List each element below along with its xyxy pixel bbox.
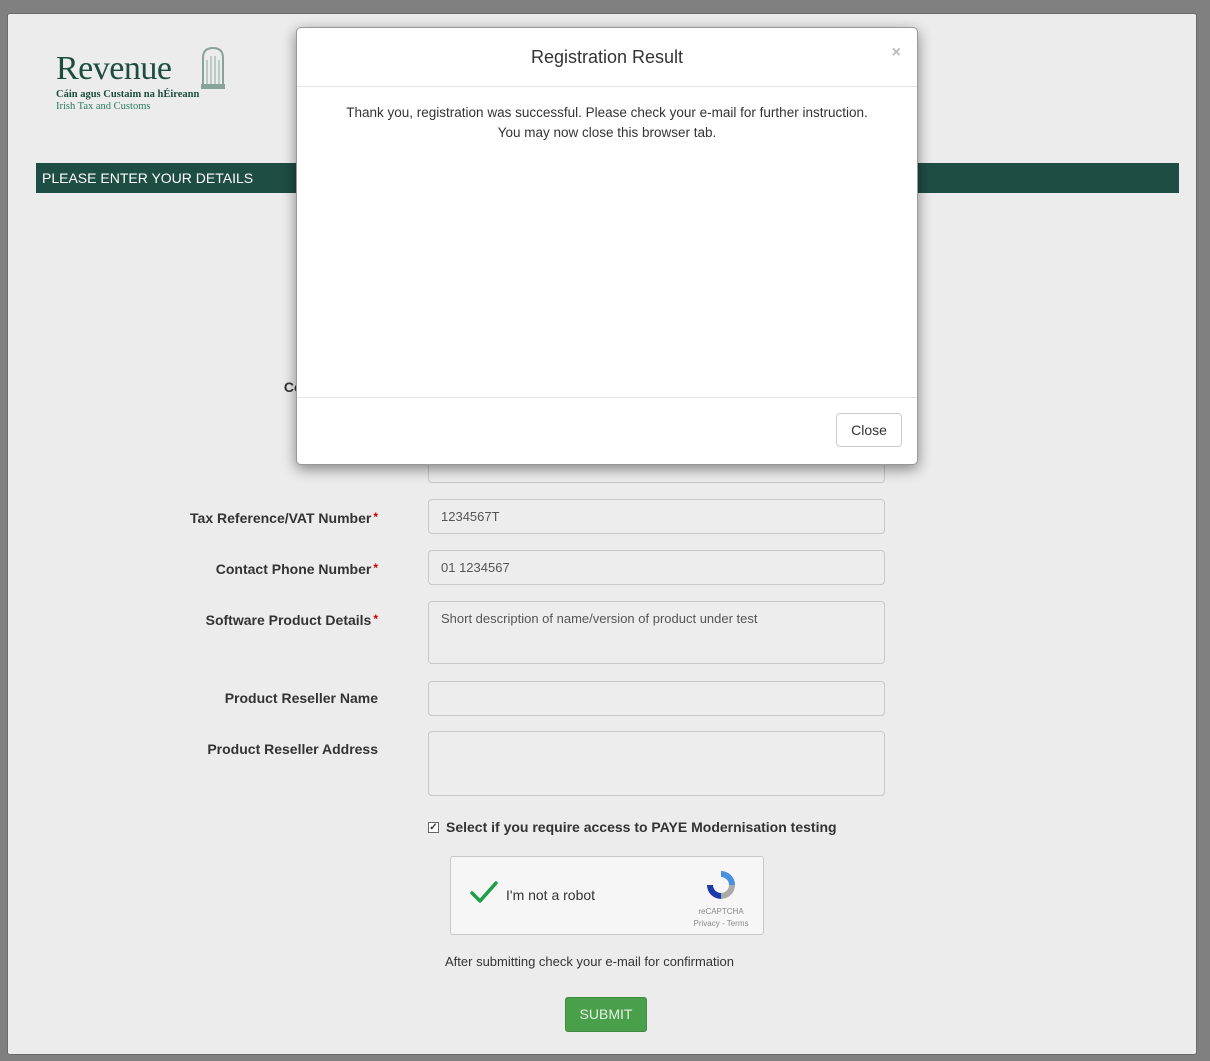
modal-message-line1: Thank you, registration was successful. …: [346, 105, 868, 120]
registration-result-modal: Registration Result × Thank you, registr…: [296, 27, 918, 465]
reseller-name-input[interactable]: [428, 681, 885, 716]
modal-body: Thank you, registration was successful. …: [297, 103, 917, 143]
reseller-address-label: Product Reseller Address: [207, 741, 378, 757]
logo-wordmark: Revenue: [56, 50, 172, 87]
modal-title: Registration Result: [530, 47, 684, 67]
modal-footer: Close: [297, 397, 917, 464]
captcha-brand: reCAPTCHA: [698, 907, 744, 916]
captcha-label: I'm not a robot: [506, 887, 596, 903]
harp-icon: [201, 46, 225, 89]
required-marker: *: [373, 612, 378, 626]
paye-checkbox-row[interactable]: ✓ Select if you require access to PAYE M…: [428, 819, 837, 835]
required-marker: *: [373, 561, 378, 575]
paye-checkbox-label: Select if you require access to PAYE Mod…: [446, 819, 837, 835]
software-textarea[interactable]: Short description of name/version of pro…: [428, 601, 885, 664]
tax-ref-label: Tax Reference/VAT Number *: [190, 510, 378, 526]
checkmark-icon: [470, 881, 498, 903]
paye-checkbox[interactable]: ✓: [428, 821, 439, 833]
modal-header: Registration Result ×: [297, 28, 917, 87]
after-submit-note: After submitting check your e-mail for c…: [445, 954, 734, 969]
phone-input[interactable]: 01 1234567: [428, 550, 885, 585]
recaptcha-logo-icon: [707, 871, 735, 899]
software-label: Software Product Details *: [205, 612, 378, 628]
captcha-privacy-terms[interactable]: Privacy - Terms: [687, 919, 755, 928]
required-marker: *: [373, 510, 378, 524]
phone-label: Contact Phone Number *: [215, 561, 378, 577]
modal-message-line2: You may now close this browser tab.: [497, 125, 717, 140]
recaptcha-widget[interactable]: I'm not a robot reCAPTCHA Privacy - Term…: [450, 856, 764, 935]
logo-subtitle-english: Irish Tax and Customs: [56, 101, 151, 112]
submit-button[interactable]: SUBMIT: [565, 997, 647, 1032]
revenue-logo: Revenue Cáin agus Custaim na hÉireann Ir…: [56, 46, 225, 112]
tax-ref-input[interactable]: 1234567T: [428, 499, 885, 534]
close-button[interactable]: Close: [836, 413, 902, 447]
logo-subtitle-irish: Cáin agus Custaim na hÉireann: [56, 89, 200, 100]
reseller-name-label: Product Reseller Name: [224, 690, 378, 706]
reseller-address-textarea[interactable]: [428, 731, 885, 796]
close-icon[interactable]: ×: [892, 44, 901, 62]
